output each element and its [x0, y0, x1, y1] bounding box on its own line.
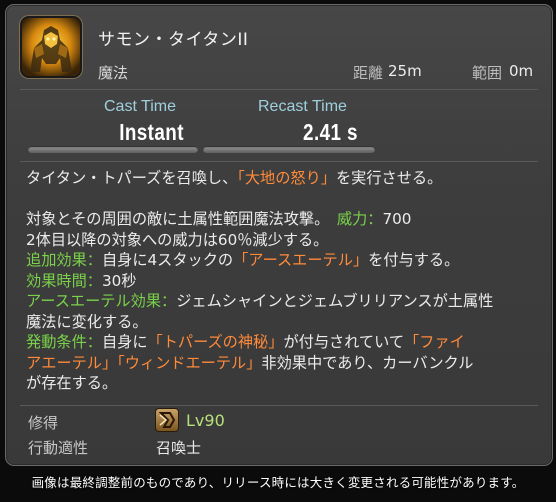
- highlight-text: 「アースエーテル」: [233, 251, 369, 269]
- radius-value: 0m: [509, 62, 534, 80]
- range-label: 距離: [353, 64, 384, 82]
- additional-effect-label: 追加効果：: [26, 251, 102, 269]
- skill-description: タイタン・トパーズを召喚し、「大地の怒り」を実行させる。 対象とその周囲の敵に土…: [26, 168, 541, 394]
- affinity-label: 行動適性: [28, 439, 89, 457]
- description-text: タイタン・トパーズを召喚し、: [26, 169, 238, 187]
- level-requirement: Lv90: [186, 411, 225, 430]
- radius-label: 範囲: [472, 64, 503, 82]
- cast-time-label: Cast Time: [104, 98, 177, 115]
- description-text: 自身に: [101, 333, 148, 351]
- action-tooltip: サモン・タイタンII 魔法 距離 25m 範囲 0m Cast Time Rec…: [5, 4, 553, 466]
- duration-label: 効果時間：: [26, 271, 102, 290]
- divider: [20, 161, 538, 162]
- summoner-job-icon: [156, 409, 178, 431]
- highlight-text: 「トパーズの神秘」: [147, 333, 284, 351]
- potency-label: 威力：: [336, 210, 383, 228]
- description-text: を付与する。: [368, 251, 460, 269]
- recast-time-value: 2.41 s: [303, 119, 358, 145]
- requirement-label: 発動条件：: [26, 333, 102, 351]
- disclaimer-caption: 画像は最終調整前のものであり、リリース時には大きく変更される可能性があります。: [31, 475, 525, 490]
- skill-name: サモン・タイタンII: [98, 30, 249, 50]
- description-line: 発動条件：自身に「トパーズの神秘」が付与されていて「ファイ: [26, 332, 541, 353]
- summon-titan-icon: [22, 18, 80, 76]
- skill-type: 魔法: [98, 64, 129, 82]
- cast-time-bar: [28, 146, 198, 153]
- description-text: 非効果中であり、カーバンクル: [261, 353, 474, 372]
- potency-value: 700: [382, 210, 412, 228]
- divider: [20, 89, 538, 90]
- description-line: 効果時間：30秒: [26, 271, 541, 292]
- description-text: 自身に4スタックの: [101, 251, 234, 269]
- description-line: が存在する。: [26, 374, 118, 392]
- acquired-label: 修得: [28, 414, 59, 432]
- divider: [20, 405, 538, 406]
- affinity-value: 召喚士: [156, 439, 202, 457]
- description-text: が付与されていて: [283, 333, 405, 351]
- highlight-text: アエーテル」「ウィンドエーテル」: [26, 353, 262, 372]
- duration-value: 30秒: [101, 271, 137, 290]
- highlight-text: 「ファイ: [404, 333, 465, 351]
- range-value: 25m: [388, 62, 422, 80]
- description-line: 対象とその周囲の敵に土属性範囲魔法攻撃。 威力：700: [26, 209, 541, 230]
- cast-time-value: Instant: [119, 119, 184, 145]
- description-line: 魔法に変化する。: [26, 312, 148, 331]
- description-line: 2体目以降の対象への威力は60％減少する。: [26, 230, 329, 249]
- recast-time-label: Recast Time: [258, 98, 347, 115]
- recast-time-bar: [203, 146, 375, 153]
- description-line: アースエーテル効果：ジェムシャインとジェムブリリアンスが土属性: [26, 291, 541, 312]
- description-text: 対象とその周囲の敵に土属性範囲魔法攻撃。: [26, 210, 337, 228]
- description-text: を実行させる。: [335, 169, 443, 187]
- description-text: ジェムシャインとジェムブリリアンスが土属性: [176, 292, 494, 310]
- description-line: タイタン・トパーズを召喚し、「大地の怒り」を実行させる。: [26, 168, 541, 189]
- description-line: 追加効果：自身に4スタックの「アースエーテル」を付与する。: [26, 250, 541, 271]
- highlight-text: 「大地の怒り」: [237, 169, 336, 187]
- earth-attunement-label: アースエーテル効果：: [26, 292, 177, 310]
- description-line: アエーテル」「ウィンドエーテル」非効果中であり、カーバンクル: [26, 353, 541, 374]
